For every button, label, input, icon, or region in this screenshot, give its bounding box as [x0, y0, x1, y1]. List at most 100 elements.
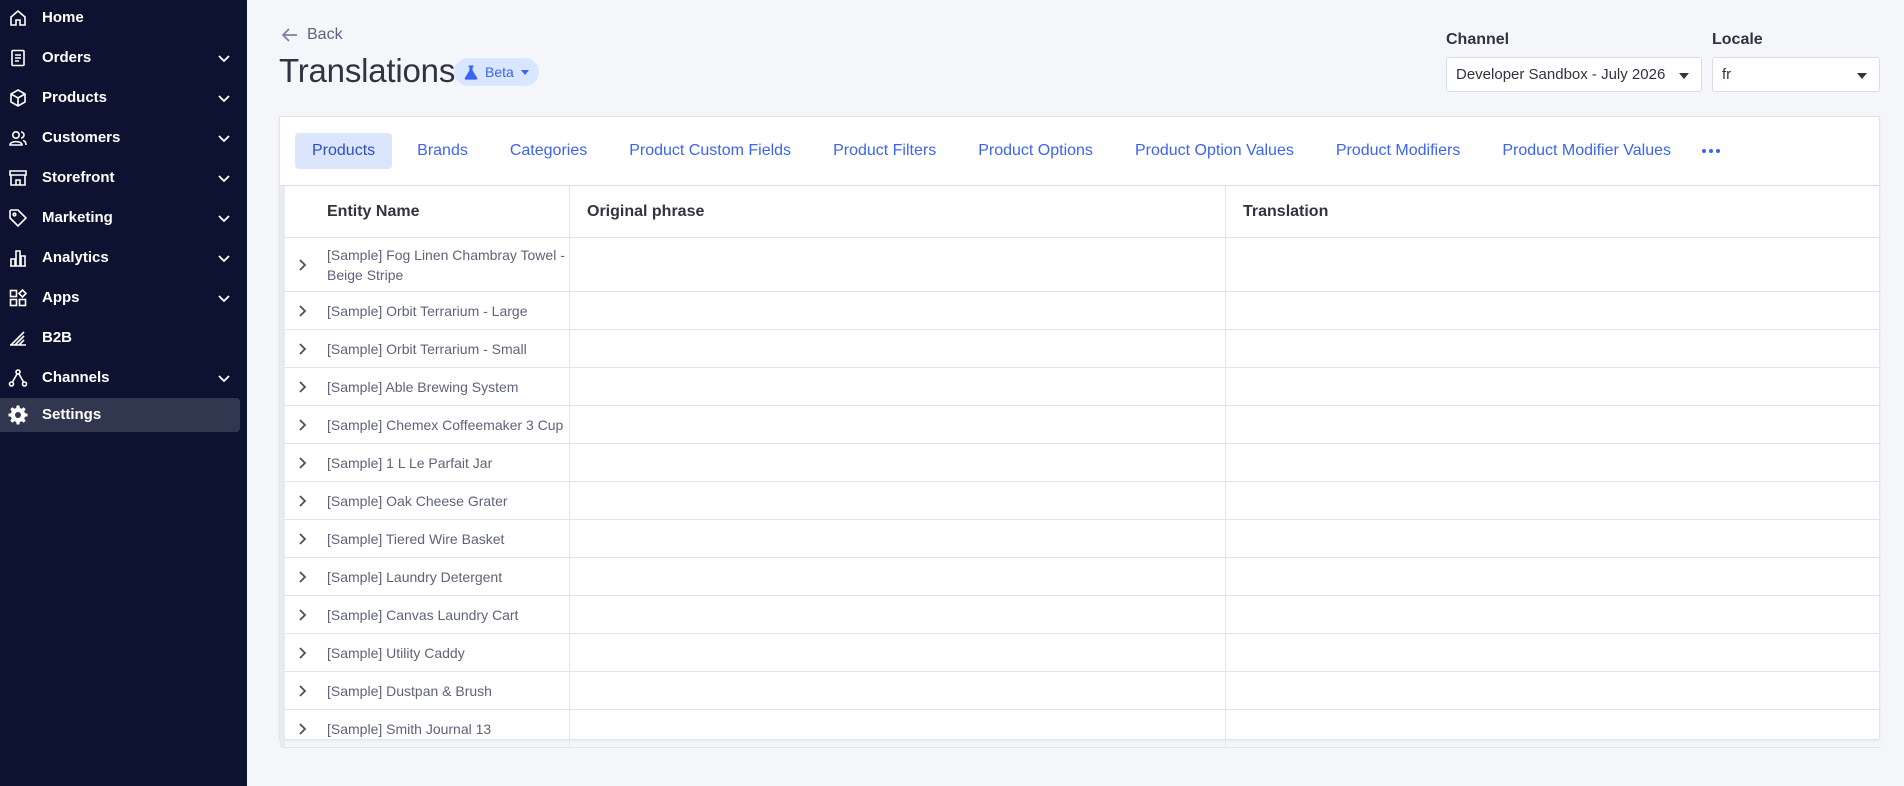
table-row[interactable]: [Sample] Orbit Terrarium - Large — [280, 292, 1881, 330]
table-row[interactable]: [Sample] Laundry Detergent — [280, 558, 1881, 596]
tab-product-custom-fields[interactable]: Product Custom Fields — [612, 133, 808, 169]
sidebar-item-marketing[interactable]: Marketing — [0, 201, 240, 235]
sidebar-item-label: Marketing — [42, 209, 113, 226]
chevron-down-icon — [218, 215, 230, 223]
table-row[interactable]: [Sample] Smith Journal 13 — [280, 710, 1881, 748]
beta-label: Beta — [485, 64, 514, 80]
table-row[interactable]: [Sample] 1 L Le Parfait Jar — [280, 444, 1881, 482]
entity-name: [Sample] Utility Caddy — [327, 644, 465, 661]
more-tabs-button[interactable] — [1696, 149, 1726, 153]
original-phrase-cell — [570, 482, 1226, 519]
chevron-right-icon[interactable] — [294, 303, 310, 319]
entity-name-cell: [Sample] Orbit Terrarium - Large — [280, 292, 570, 329]
locale-select[interactable]: fr — [1712, 57, 1880, 92]
sidebar-item-label: Settings — [42, 406, 102, 423]
table-header-row: Entity Name Original phrase Translation — [280, 186, 1881, 238]
translation-cell[interactable] — [1226, 596, 1881, 633]
entity-name-cell: [Sample] Canvas Laundry Cart — [280, 596, 570, 633]
channels-icon — [8, 369, 28, 387]
table-row[interactable]: [Sample] Able Brewing System — [280, 368, 1881, 406]
entity-name: [Sample] 1 L Le Parfait Jar — [327, 454, 493, 471]
tab-products[interactable]: Products — [295, 133, 393, 169]
channel-label: Channel — [1446, 31, 1510, 48]
translation-cell[interactable] — [1226, 634, 1881, 671]
sidebar-item-home[interactable]: Home — [0, 1, 240, 35]
entity-name-cell: [Sample] Able Brewing System — [280, 368, 570, 405]
sidebar-item-b2b[interactable]: B2B — [0, 321, 240, 355]
entity-name-cell: [Sample] Laundry Detergent — [280, 558, 570, 595]
translations-table: Entity Name Original phrase Translation … — [280, 185, 1881, 748]
chevron-down-icon — [218, 135, 230, 143]
chevron-right-icon[interactable] — [294, 569, 310, 585]
entity-name: [Sample] Orbit Terrarium - Small — [327, 340, 527, 357]
chevron-right-icon[interactable] — [294, 341, 310, 357]
chevron-down-icon — [218, 255, 230, 263]
translation-cell[interactable] — [1226, 482, 1881, 519]
sidebar-item-products[interactable]: Products — [0, 81, 240, 115]
storefront-icon — [9, 170, 27, 186]
translation-cell[interactable] — [1226, 444, 1881, 481]
sidebar-item-storefront[interactable]: Storefront — [0, 161, 240, 195]
tab-product-modifiers[interactable]: Product Modifiers — [1319, 133, 1478, 169]
table-row[interactable]: [Sample] Chemex Coffeemaker 3 Cup — [280, 406, 1881, 444]
chevron-right-icon[interactable] — [294, 607, 310, 623]
translation-cell[interactable] — [1226, 558, 1881, 595]
translation-cell[interactable] — [1226, 672, 1881, 709]
locale-value: fr — [1722, 66, 1732, 83]
beta-badge[interactable]: Beta — [454, 58, 539, 86]
sidebar-item-label: Storefront — [42, 169, 115, 186]
translation-cell[interactable] — [1226, 368, 1881, 405]
tab-brands[interactable]: Brands — [400, 133, 485, 169]
translation-cell[interactable] — [1226, 520, 1881, 557]
tab-product-modifier-values[interactable]: Product Modifier Values — [1485, 133, 1688, 169]
sidebar-item-settings[interactable]: Settings — [0, 398, 240, 432]
flask-icon — [464, 65, 478, 80]
translation-cell[interactable] — [1226, 710, 1881, 747]
entity-tabs: Products Brands Categories Product Custo… — [295, 133, 1726, 169]
chevron-right-icon[interactable] — [294, 455, 310, 471]
table-row[interactable]: [Sample] Utility Caddy — [280, 634, 1881, 672]
translation-cell[interactable] — [1226, 406, 1881, 443]
sidebar-item-analytics[interactable]: Analytics — [0, 241, 240, 275]
sidebar-item-label: Customers — [42, 129, 121, 146]
tab-product-filters[interactable]: Product Filters — [816, 133, 953, 169]
chevron-right-icon[interactable] — [294, 683, 310, 699]
chevron-right-icon[interactable] — [294, 721, 310, 737]
back-link[interactable]: Back — [281, 26, 343, 44]
original-phrase-cell — [570, 710, 1226, 747]
table-row[interactable]: [Sample] Tiered Wire Basket — [280, 520, 1881, 558]
page-title: Translations — [279, 52, 456, 89]
table-row[interactable]: [Sample] Oak Cheese Grater — [280, 482, 1881, 520]
table-row[interactable]: [Sample] Dustpan & Brush — [280, 672, 1881, 710]
entity-name-cell: [Sample] Fog Linen Chambray Towel - Beig… — [280, 238, 570, 291]
original-phrase-cell — [570, 672, 1226, 709]
table-body: [Sample] Fog Linen Chambray Towel - Beig… — [280, 238, 1881, 748]
chevron-right-icon[interactable] — [294, 257, 310, 273]
sidebar-item-apps[interactable]: Apps — [0, 281, 240, 315]
chevron-down-icon — [218, 295, 230, 303]
tab-categories[interactable]: Categories — [493, 133, 604, 169]
chevron-right-icon[interactable] — [294, 645, 310, 661]
translation-cell[interactable] — [1226, 292, 1881, 329]
chevron-right-icon[interactable] — [294, 417, 310, 433]
chevron-right-icon[interactable] — [294, 379, 310, 395]
entity-name: [Sample] Orbit Terrarium - Large — [327, 302, 528, 319]
chevron-right-icon[interactable] — [294, 493, 310, 509]
sidebar-item-orders[interactable]: Orders — [0, 41, 240, 75]
translation-cell[interactable] — [1226, 330, 1881, 367]
sidebar-item-customers[interactable]: Customers — [0, 121, 240, 155]
original-phrase-cell — [570, 238, 1226, 291]
tab-product-options[interactable]: Product Options — [961, 133, 1110, 169]
sidebar-item-channels[interactable]: Channels — [0, 361, 240, 395]
translation-cell[interactable] — [1226, 238, 1881, 291]
table-row[interactable]: [Sample] Canvas Laundry Cart — [280, 596, 1881, 634]
entity-name: [Sample] Smith Journal 13 — [327, 720, 492, 737]
entity-name-cell: [Sample] Dustpan & Brush — [280, 672, 570, 709]
channel-select[interactable]: Developer Sandbox - July 2026 — [1446, 57, 1702, 92]
entity-name: [Sample] Tiered Wire Basket — [327, 530, 505, 547]
table-row[interactable]: [Sample] Orbit Terrarium - Small — [280, 330, 1881, 368]
entity-name: [Sample] Canvas Laundry Cart — [327, 606, 519, 623]
tab-product-option-values[interactable]: Product Option Values — [1118, 133, 1311, 169]
chevron-right-icon[interactable] — [294, 531, 310, 547]
table-row[interactable]: [Sample] Fog Linen Chambray Towel - Beig… — [280, 238, 1881, 292]
